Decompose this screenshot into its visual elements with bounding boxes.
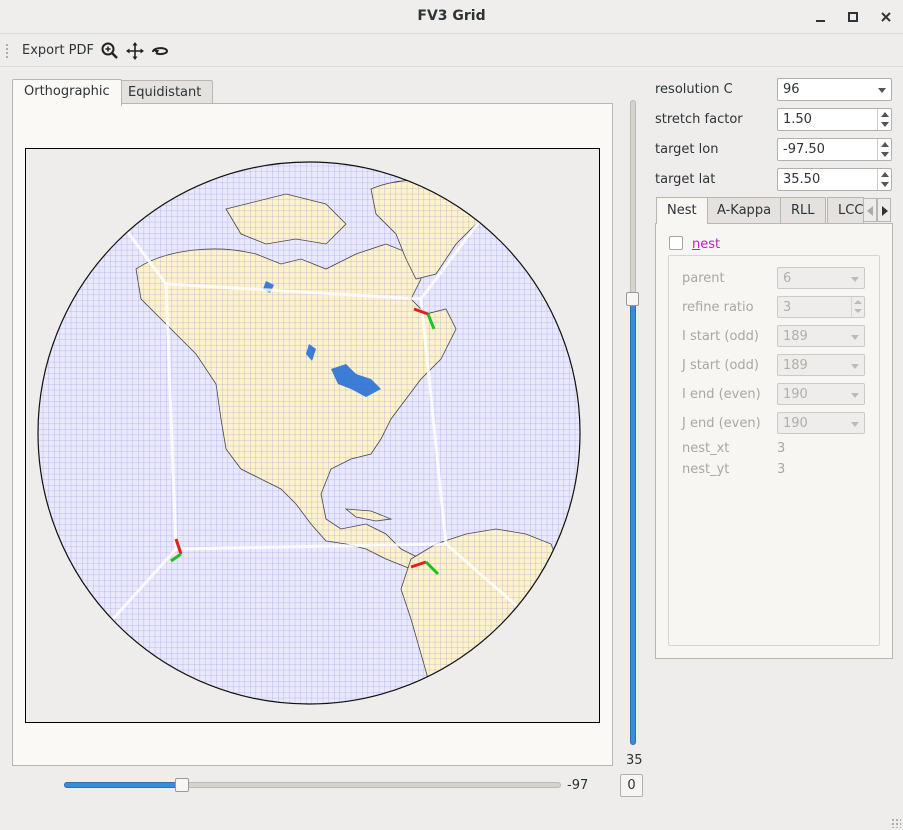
lon-stepper[interactable] xyxy=(877,139,891,160)
tab-equidistant[interactable]: Equidistant xyxy=(116,80,214,105)
rotate-icon[interactable] xyxy=(150,41,170,61)
chevron-down-icon xyxy=(878,88,886,93)
istart-combo: 189 xyxy=(777,325,865,347)
lat-slider-handle[interactable] xyxy=(626,292,639,306)
parent-combo: 6 xyxy=(777,267,865,289)
tab-scroll-right-button[interactable] xyxy=(877,198,891,222)
nest-checkbox-label[interactable]: nest xyxy=(692,237,720,252)
toolbar: Export PDF xyxy=(0,35,903,67)
globe-map xyxy=(37,161,581,705)
lat-label: target lat xyxy=(655,172,716,187)
chevron-down-icon xyxy=(851,364,859,369)
tab-akappa[interactable]: A-Kappa xyxy=(706,197,783,223)
size-grip[interactable] xyxy=(891,818,901,828)
jend-label: J end (even) xyxy=(682,416,761,431)
nest-checkbox[interactable] xyxy=(669,236,683,250)
window-title: FV3 Grid xyxy=(417,8,486,24)
nest-xt-value: 3 xyxy=(777,441,786,456)
jstart-combo: 189 xyxy=(777,354,865,376)
refine-ratio-label: refine ratio xyxy=(682,300,754,315)
chevron-down-icon xyxy=(851,277,859,282)
stretch-label: stretch factor xyxy=(655,112,743,127)
resolution-label: resolution C xyxy=(655,82,733,97)
resolution-value: 96 xyxy=(783,82,800,97)
chevron-down-icon xyxy=(851,335,859,340)
lat-value: 35.50 xyxy=(783,172,821,187)
chevron-right-icon xyxy=(882,206,888,216)
resolution-combo[interactable]: 96 xyxy=(777,78,892,101)
lon-slider-fill xyxy=(64,782,182,788)
close-icon[interactable] xyxy=(877,8,895,26)
lon-slider-value: -97 xyxy=(567,778,589,793)
nest-yt-value: 3 xyxy=(777,462,786,477)
reset-button[interactable]: 0 xyxy=(620,774,643,797)
iend-combo: 190 xyxy=(777,383,865,405)
nest-yt-label: nest_yt xyxy=(682,462,730,477)
lon-value: -97.50 xyxy=(783,142,825,157)
title-bar: FV3 Grid xyxy=(0,0,903,34)
jend-combo: 190 xyxy=(777,412,865,434)
zoom-icon[interactable] xyxy=(100,41,120,61)
tab-orthographic[interactable]: Orthographic xyxy=(12,79,122,106)
tab-lcc[interactable]: LCC xyxy=(827,197,864,223)
chevron-down-icon xyxy=(851,422,859,427)
stretch-value: 1.50 xyxy=(783,112,812,127)
maximize-icon[interactable] xyxy=(844,8,862,26)
lat-slider-fill xyxy=(630,300,636,745)
tab-scroll-left-button[interactable] xyxy=(863,198,877,222)
iend-label: I end (even) xyxy=(682,387,761,402)
tab-nest[interactable]: Nest xyxy=(656,197,708,224)
stretch-stepper[interactable] xyxy=(877,109,891,130)
pan-icon[interactable] xyxy=(125,41,145,61)
lon-label: target lon xyxy=(655,142,719,157)
lon-spinbox[interactable]: -97.50 xyxy=(777,138,892,161)
toolbar-grip[interactable] xyxy=(5,43,9,59)
lat-slider-value: 35 xyxy=(626,753,643,768)
lon-slider-handle[interactable] xyxy=(175,778,189,792)
chevron-left-icon xyxy=(867,206,873,216)
jstart-label: J start (odd) xyxy=(682,358,759,373)
refine-ratio-spinbox: 3 xyxy=(777,296,865,318)
tab-rll[interactable]: RLL xyxy=(780,197,826,223)
parent-label: parent xyxy=(682,271,725,286)
stretch-spinbox[interactable]: 1.50 xyxy=(777,108,892,131)
minimize-icon[interactable] xyxy=(812,8,830,26)
nest-xt-label: nest_xt xyxy=(682,441,730,456)
lat-spinbox[interactable]: 35.50 xyxy=(777,168,892,191)
istart-label: I start (odd) xyxy=(682,329,759,344)
map-canvas[interactable] xyxy=(25,148,600,723)
lat-stepper[interactable] xyxy=(877,169,891,190)
chevron-down-icon xyxy=(851,393,859,398)
export-pdf-button[interactable]: Export PDF xyxy=(22,43,94,58)
